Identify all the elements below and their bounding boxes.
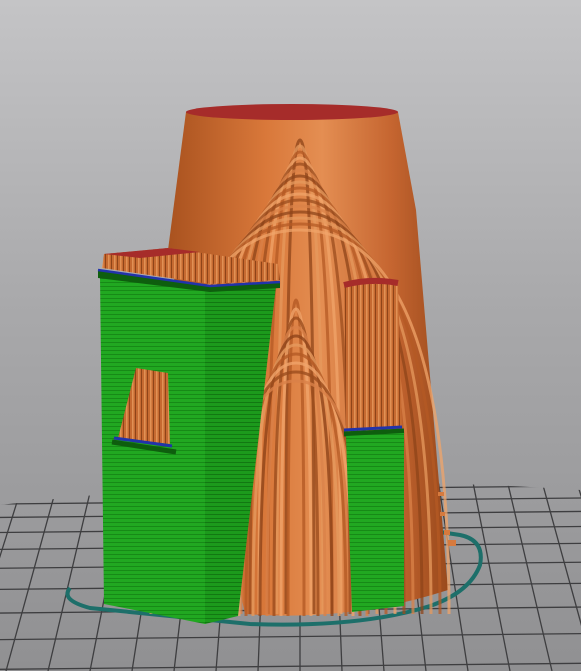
bed-grid-line bbox=[0, 632, 581, 641]
right-pillar bbox=[343, 277, 405, 612]
bed-grid-line bbox=[5, 482, 62, 671]
bed-grid-line bbox=[0, 482, 28, 671]
bed-grid-line bbox=[47, 482, 96, 671]
cone-top-cap bbox=[186, 104, 398, 120]
bed-grid-line bbox=[504, 482, 553, 671]
3d-preview-viewport[interactable] bbox=[0, 0, 581, 671]
sliced-model-scene[interactable] bbox=[0, 0, 581, 671]
bed-grid-line bbox=[572, 482, 581, 671]
bed-grid-line bbox=[0, 662, 581, 670]
